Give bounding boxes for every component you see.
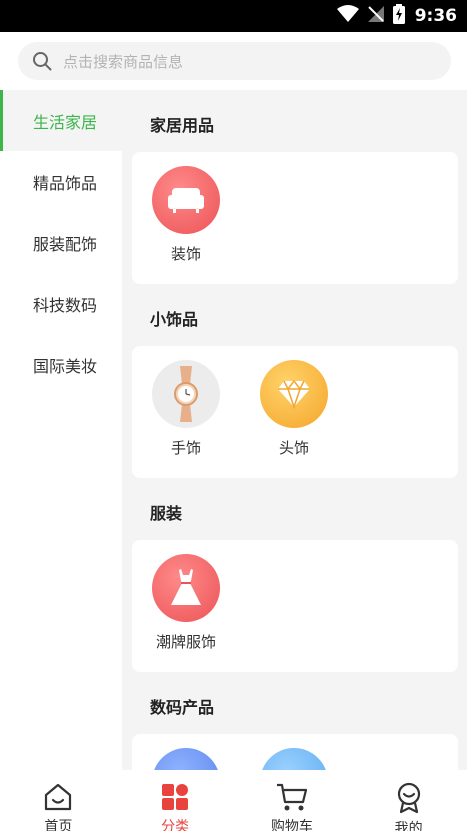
sidebar-item-life-home[interactable]: 生活家居	[0, 90, 122, 151]
sidebar-item-clothing[interactable]: 服装配饰	[0, 212, 122, 273]
battery-charging-icon	[392, 4, 405, 28]
section-card-digital	[132, 734, 458, 770]
category-sidebar: 生活家居 精品饰品 服装配饰 科技数码 国际美妆	[0, 90, 122, 770]
watch-icon	[152, 360, 220, 428]
phone-icon	[152, 748, 220, 770]
sidebar-item-accessories[interactable]: 精品饰品	[0, 151, 122, 212]
search-icon	[31, 50, 53, 72]
sidebar-item-label: 精品饰品	[33, 173, 98, 193]
nav-label: 分类	[161, 819, 190, 831]
nav-home[interactable]: 首页	[8, 770, 108, 831]
search-input[interactable]: 点击搜索商品信息	[18, 42, 451, 80]
category-item-digital-2[interactable]	[249, 748, 339, 770]
search-placeholder: 点击搜索商品信息	[63, 52, 184, 71]
section-title-small-accessories: 小饰品	[150, 310, 199, 329]
dress-icon	[152, 554, 220, 622]
section-title-digital: 数码产品	[150, 698, 215, 717]
no-signal-icon	[367, 5, 385, 27]
status-icons: 9:36	[336, 0, 457, 32]
nav-profile[interactable]: 我的	[359, 770, 459, 831]
nav-label: 我的	[394, 821, 423, 831]
sidebar-item-beauty[interactable]: 国际美妆	[0, 334, 122, 395]
sofa-icon	[152, 166, 220, 234]
app-screen: 9:36 点击搜索商品信息 生活家居 精品饰品 服装配饰 科技数码 国际美妆 家…	[0, 0, 467, 831]
category-item-hand-accessories[interactable]: 手饰	[141, 360, 231, 458]
category-item-trendy-clothing[interactable]: 潮牌服饰	[141, 554, 231, 652]
section-card-home-goods: 装饰	[132, 152, 458, 284]
category-icon	[159, 782, 191, 812]
nav-label: 首页	[44, 819, 73, 831]
search-bar-container: 点击搜索商品信息	[0, 32, 467, 90]
headphones-icon	[260, 748, 328, 770]
diamond-icon	[260, 360, 328, 428]
status-time: 9:36	[414, 6, 457, 26]
section-card-small-accessories: 手饰 头饰	[132, 346, 458, 478]
category-item-decor[interactable]: 装饰	[141, 166, 231, 264]
category-item-label: 装饰	[170, 245, 201, 263]
category-item-label: 潮牌服饰	[155, 633, 216, 651]
nav-category[interactable]: 分类	[125, 770, 225, 831]
nav-label: 购物车	[270, 819, 313, 831]
section-title-home-goods: 家居用品	[150, 116, 215, 135]
category-item-digital-1[interactable]	[141, 748, 231, 770]
nav-cart[interactable]: 购物车	[242, 770, 342, 831]
status-bar: 9:36	[0, 0, 467, 32]
category-item-head-accessories[interactable]: 头饰	[249, 360, 339, 458]
sidebar-item-tech[interactable]: 科技数码	[0, 273, 122, 334]
category-item-label: 头饰	[278, 439, 309, 457]
sidebar-item-label: 国际美妆	[33, 356, 98, 376]
profile-icon	[393, 782, 425, 814]
bottom-nav: 首页 分类 购物车 我的	[0, 770, 467, 831]
section-card-clothing: 潮牌服饰	[132, 540, 458, 672]
cart-icon	[276, 782, 308, 812]
category-content: 家居用品 装饰 小饰品 手饰 头饰 服装 潮牌服饰 数码产品	[122, 90, 467, 770]
sidebar-item-label: 服装配饰	[33, 234, 98, 254]
home-icon	[42, 782, 74, 812]
sidebar-item-label: 生活家居	[33, 112, 98, 132]
wifi-icon	[336, 5, 359, 27]
section-title-clothing: 服装	[150, 504, 183, 523]
category-item-label: 手饰	[170, 439, 201, 457]
sidebar-item-label: 科技数码	[33, 295, 98, 315]
